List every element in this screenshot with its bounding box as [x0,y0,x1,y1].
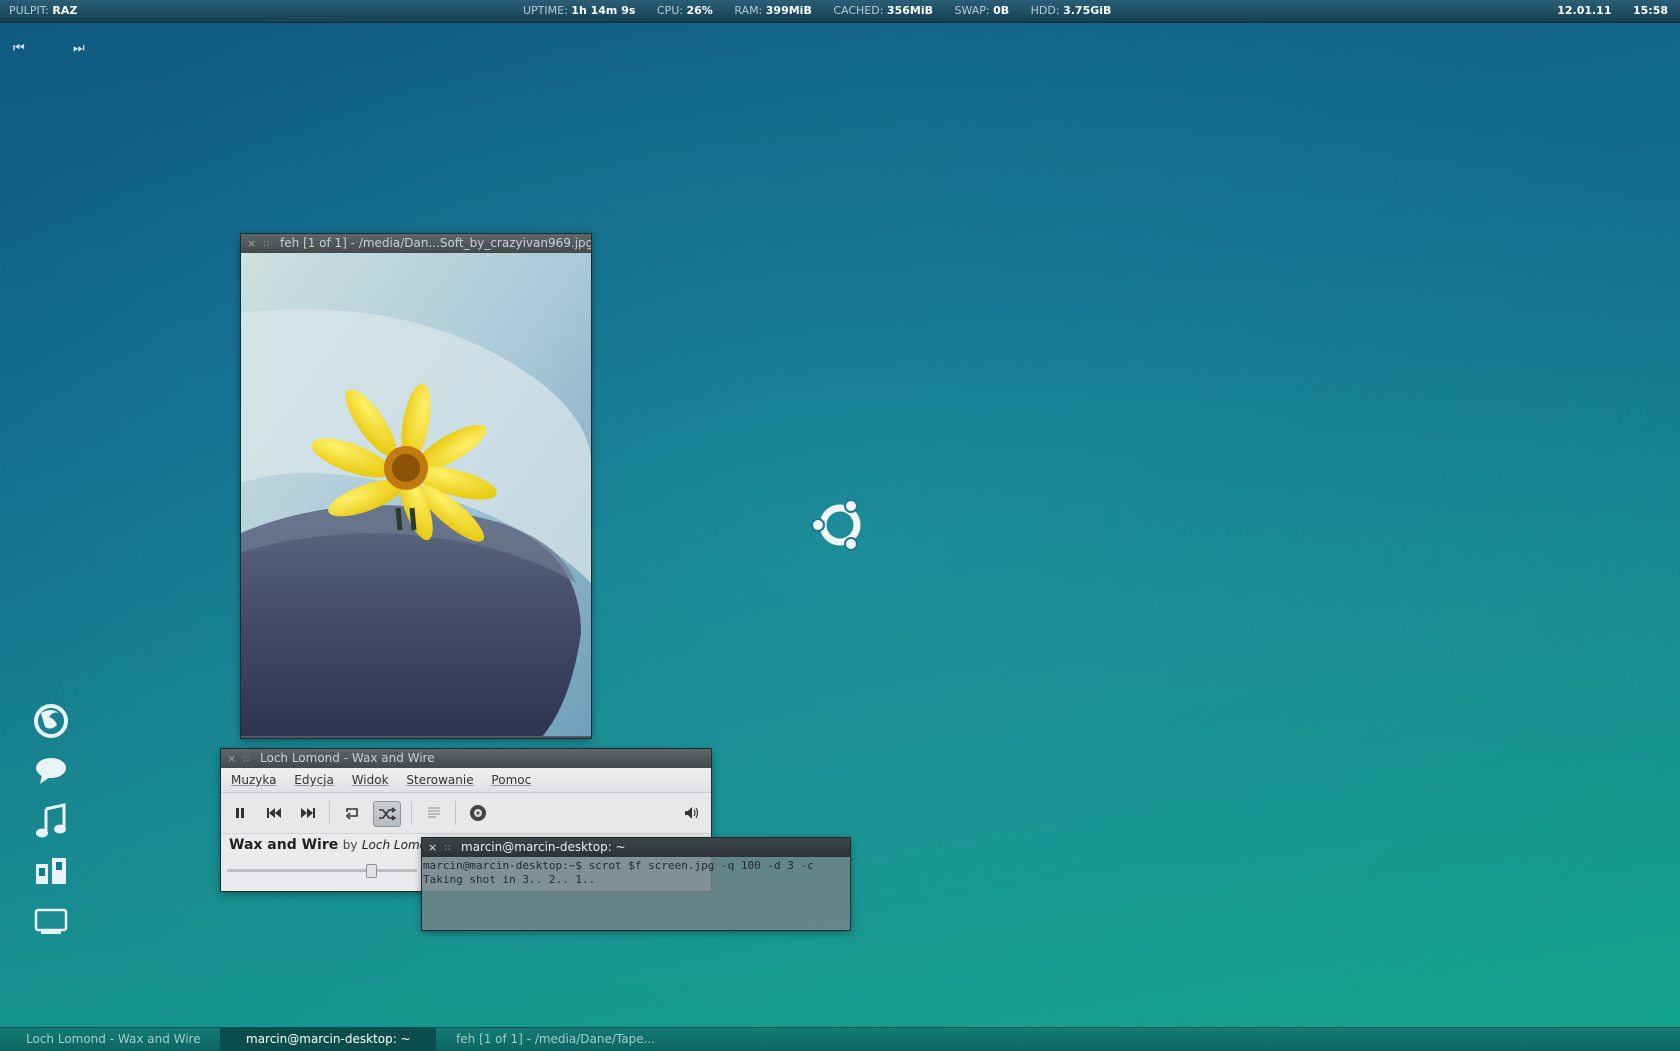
repeat-icon [345,808,358,820]
window-title: Loch Lomond - Wax and Wire [260,751,435,765]
stat-swap: SWAP: 0B [954,4,1010,17]
task-image-viewer[interactable]: feh [1 of 1] - /media/Dane/Tape... [430,1028,756,1051]
menu-view[interactable]: Widok [352,768,389,792]
volume-icon [685,807,699,819]
desktop-indicator: PULPIT: RAZ [9,0,77,22]
close-icon[interactable]: × [247,234,256,253]
stat-hdd: HDD: 3.75GiB [1030,4,1112,17]
stat-uptime: UPTIME: 1h 14m 9s [523,4,636,17]
terminal-line: Taking shot in 3.. 2.. 1.. [423,873,596,886]
stat-ram: RAM: 399MiB [734,4,812,17]
next-icon [301,808,315,818]
seek-bar[interactable] [227,869,417,872]
previous-button[interactable] [261,801,287,825]
terminal-window[interactable]: × :: marcin@marcin-desktop: ~ marcin@mar… [422,838,850,930]
menu-music[interactable]: Muzyka [231,768,276,792]
pause-button[interactable] [227,801,253,825]
by-label: by [342,838,358,852]
previous-icon [267,808,281,818]
terminal-output[interactable]: marcin@marcin-desktop:~$ scrot $f screen… [422,857,850,889]
next-button[interactable] [295,801,321,825]
repeat-button[interactable] [339,801,365,825]
clock-time: 15:58 [1632,4,1668,17]
clock-date: 12.01.11 [1557,4,1612,17]
menu-control[interactable]: Sterowanie [406,768,473,792]
top-panel: PULPIT: RAZ UPTIME: 1h 14m 9s CPU: 26% R… [0,0,1680,23]
playlist-button[interactable] [421,801,447,825]
task-music-player[interactable]: Loch Lomond - Wax and Wire [0,1028,220,1051]
image-viewer-titlebar[interactable]: × :: feh [1 of 1] - /media/Dan...Soft_by… [241,234,591,253]
clock: 12.01.11 15:58 [1539,0,1668,22]
toolbar-separator [455,801,456,825]
taskbar: Loch Lomond - Wax and Wire marcin@marcin… [0,1027,1680,1051]
ubuntu-logo-icon [811,499,861,551]
drag-grip-icon[interactable]: :: [243,749,250,768]
next-track-icon[interactable]: ⏭ [73,41,85,56]
player-toolbar [221,793,711,834]
volume-button[interactable] [679,801,705,825]
music-player-titlebar[interactable]: × :: Loch Lomond - Wax and Wire [221,749,711,768]
firefox-icon[interactable] [30,700,72,742]
image-viewer-window[interactable]: × :: feh [1 of 1] - /media/Dan...Soft_by… [241,234,591,738]
toolbar-separator [329,801,330,825]
terminal-titlebar[interactable]: × :: marcin@marcin-desktop: ~ [422,838,850,857]
chat-icon[interactable] [30,750,72,792]
menu-bar: Muzyka Edycja Widok Sterowanie Pomoc [221,768,711,793]
pause-icon [236,808,244,818]
disc-icon [470,805,486,821]
stat-cached: CACHED: 356MiB [833,4,933,17]
music-icon[interactable] [30,800,72,842]
drag-grip-icon[interactable]: :: [444,838,451,857]
system-stats: UPTIME: 1h 14m 9s CPU: 26% RAM: 399MiB C… [523,0,1129,22]
terminal-line: marcin@marcin-desktop:~$ scrot $f screen… [423,859,814,872]
flower-photo [241,253,591,738]
close-icon[interactable]: × [428,838,437,857]
toolbar-separator [411,801,412,825]
task-terminal[interactable]: marcin@marcin-desktop: ~ [220,1028,436,1051]
screen-icon[interactable] [30,900,72,942]
previous-track-icon[interactable]: ⏮ [13,41,25,56]
menu-edit[interactable]: Edycja [294,768,334,792]
close-icon[interactable]: × [227,749,236,768]
files-icon[interactable] [30,850,72,892]
menu-help[interactable]: Pomoc [491,768,531,792]
playlist-icon [428,807,440,818]
desktop-name: RAZ [52,4,78,17]
window-title: feh [1 of 1] - /media/Dan...Soft_by_craz… [280,236,591,250]
stat-cpu: CPU: 26% [656,4,713,17]
seek-handle[interactable] [366,864,378,878]
album-art-button[interactable] [465,801,491,825]
desktop-label: PULPIT: [9,4,49,17]
shuffle-icon [379,807,396,821]
drag-grip-icon[interactable]: :: [263,234,270,253]
shuffle-button[interactable] [373,801,401,827]
window-title: marcin@marcin-desktop: ~ [461,840,626,854]
track-title: Wax and Wire [229,837,339,853]
now-playing: Wax and Wire by Loch Lomond [229,837,442,853]
